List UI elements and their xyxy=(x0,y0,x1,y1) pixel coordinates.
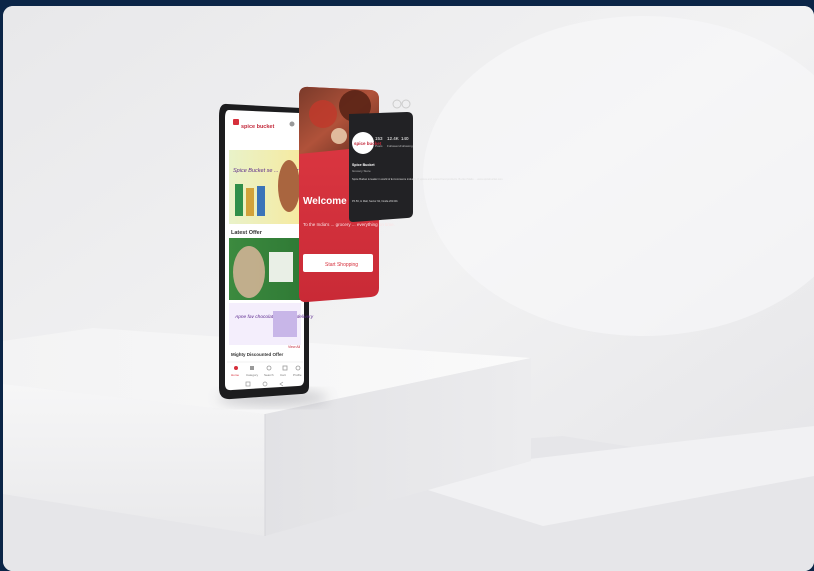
welcome-title: Welcome xyxy=(303,196,347,207)
discount-label: Mighty Discounted Offer xyxy=(231,352,283,357)
garlic-graphic xyxy=(331,128,347,144)
profile-category: Grocery Store xyxy=(352,169,371,173)
nav-profile[interactable]: Profile xyxy=(293,373,302,377)
mockup-scene: spice bucket Spice Bucket se ... pe ghar… xyxy=(3,6,814,571)
nav-search[interactable]: Search xyxy=(264,373,274,377)
stat-following-value: 140 xyxy=(401,136,409,141)
chili-graphic xyxy=(309,100,337,128)
notification-icon[interactable] xyxy=(289,121,295,127)
welcome-body: To the India's ... grocery ... everythin… xyxy=(303,222,395,227)
profile-name: Spice Bucket xyxy=(352,163,375,167)
stat-followers-value: 12.4K xyxy=(387,136,399,141)
phone-brand-logo: spice bucket xyxy=(241,124,274,130)
home-icon[interactable] xyxy=(234,366,238,370)
nav-home[interactable]: Home xyxy=(231,373,239,377)
start-shopping-label[interactable]: Start Shopping xyxy=(325,262,358,268)
menu-icon[interactable] xyxy=(233,119,239,125)
view-all-link[interactable]: View All xyxy=(288,345,300,349)
nav-cart[interactable]: Cart xyxy=(280,373,286,377)
product-bottle xyxy=(246,188,254,216)
stat-followers-label: Followers xyxy=(387,144,400,148)
promo-products xyxy=(273,311,297,337)
model-photo xyxy=(278,160,300,212)
latest-offer-label: Latest Offer xyxy=(231,230,263,236)
product-bottle xyxy=(257,186,265,216)
stat-following-label: Following xyxy=(400,144,413,148)
people-photo xyxy=(233,246,265,298)
profile-bio: Spice Bucket is leader in world of E-Com… xyxy=(352,177,503,181)
product-bottle xyxy=(235,184,243,216)
photo-frame: spice bucket Spice Bucket se ... pe ghar… xyxy=(3,6,814,571)
stat-posts-value: 153 xyxy=(375,136,383,141)
offer-product xyxy=(269,252,293,282)
profile-address: Ph.56, H Mall, Sector 62, Noida 201301 xyxy=(352,199,398,203)
stat-posts-label: Posts xyxy=(375,144,383,148)
nav-category[interactable]: Category xyxy=(246,373,259,377)
category-icon[interactable] xyxy=(250,366,254,370)
